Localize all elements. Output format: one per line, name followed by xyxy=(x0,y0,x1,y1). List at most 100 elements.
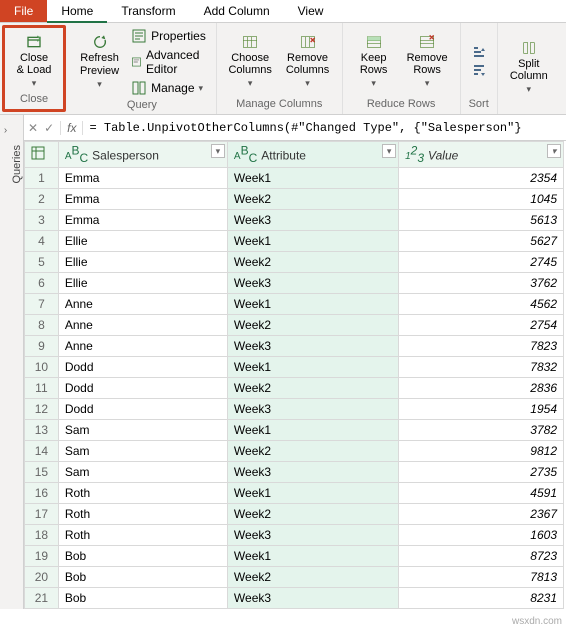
row-number[interactable]: 6 xyxy=(25,273,59,294)
cell-attribute[interactable]: Week1 xyxy=(227,546,398,567)
cell-value[interactable]: 7832 xyxy=(399,357,564,378)
cell-value[interactable]: 9812 xyxy=(399,441,564,462)
table-row[interactable]: 20BobWeek27813 xyxy=(25,567,564,588)
cell-salesperson[interactable]: Roth xyxy=(58,525,227,546)
cell-attribute[interactable]: Week1 xyxy=(227,294,398,315)
table-row[interactable]: 13SamWeek13782 xyxy=(25,420,564,441)
cell-attribute[interactable]: Week2 xyxy=(227,504,398,525)
table-corner[interactable] xyxy=(25,142,59,168)
cell-attribute[interactable]: Week3 xyxy=(227,462,398,483)
cell-attribute[interactable]: Week3 xyxy=(227,399,398,420)
group-by-button[interactable]: Gr xyxy=(558,50,566,84)
properties-button[interactable]: Properties xyxy=(129,27,208,45)
table-row[interactable]: 19BobWeek18723 xyxy=(25,546,564,567)
cell-salesperson[interactable]: Anne xyxy=(58,294,227,315)
row-number[interactable]: 19 xyxy=(25,546,59,567)
cell-attribute[interactable]: Week1 xyxy=(227,231,398,252)
cell-salesperson[interactable]: Emma xyxy=(58,210,227,231)
table-row[interactable]: 11DoddWeek22836 xyxy=(25,378,564,399)
cell-attribute[interactable]: Week1 xyxy=(227,420,398,441)
tab-file[interactable]: File xyxy=(0,0,47,22)
cell-value[interactable]: 4591 xyxy=(399,483,564,504)
cell-value[interactable]: 4562 xyxy=(399,294,564,315)
cell-value[interactable]: 2745 xyxy=(399,252,564,273)
tab-transform[interactable]: Transform xyxy=(107,0,189,22)
table-row[interactable]: 3EmmaWeek35613 xyxy=(25,210,564,231)
row-number[interactable]: 20 xyxy=(25,567,59,588)
keep-rows-button[interactable]: Keep Rows xyxy=(351,32,397,91)
row-number[interactable]: 12 xyxy=(25,399,59,420)
cell-salesperson[interactable]: Dodd xyxy=(58,378,227,399)
cell-attribute[interactable]: Week2 xyxy=(227,567,398,588)
cell-salesperson[interactable]: Roth xyxy=(58,483,227,504)
formula-text[interactable]: = Table.UnpivotOtherColumns(#"Changed Ty… xyxy=(89,121,562,135)
cell-salesperson[interactable]: Emma xyxy=(58,168,227,189)
cell-value[interactable]: 1045 xyxy=(399,189,564,210)
column-header-value[interactable]: 123Value▾ xyxy=(399,142,564,168)
table-row[interactable]: 9AnneWeek37823 xyxy=(25,336,564,357)
cell-attribute[interactable]: Week2 xyxy=(227,441,398,462)
cell-salesperson[interactable]: Sam xyxy=(58,462,227,483)
cell-value[interactable]: 5627 xyxy=(399,231,564,252)
cell-salesperson[interactable]: Ellie xyxy=(58,273,227,294)
cell-salesperson[interactable]: Roth xyxy=(58,504,227,525)
column-header-salesperson[interactable]: ABCSalesperson▾ xyxy=(58,142,227,168)
cell-salesperson[interactable]: Dodd xyxy=(58,357,227,378)
table-row[interactable]: 8AnneWeek22754 xyxy=(25,315,564,336)
cell-value[interactable]: 2735 xyxy=(399,462,564,483)
cancel-formula-icon[interactable]: ✕ xyxy=(28,121,38,135)
tab-view[interactable]: View xyxy=(284,0,338,22)
cell-attribute[interactable]: Week3 xyxy=(227,210,398,231)
row-number[interactable]: 17 xyxy=(25,504,59,525)
row-number[interactable]: 16 xyxy=(25,483,59,504)
cell-value[interactable]: 3782 xyxy=(399,420,564,441)
close-and-load-button[interactable]: Close & Load xyxy=(11,32,57,91)
cell-attribute[interactable]: Week2 xyxy=(227,378,398,399)
cell-value[interactable]: 5613 xyxy=(399,210,564,231)
row-number[interactable]: 5 xyxy=(25,252,59,273)
table-row[interactable]: 15SamWeek32735 xyxy=(25,462,564,483)
cell-salesperson[interactable]: Sam xyxy=(58,420,227,441)
cell-salesperson[interactable]: Bob xyxy=(58,567,227,588)
row-number[interactable]: 13 xyxy=(25,420,59,441)
cell-value[interactable]: 8723 xyxy=(399,546,564,567)
row-number[interactable]: 7 xyxy=(25,294,59,315)
table-row[interactable]: 17RothWeek22367 xyxy=(25,504,564,525)
cell-value[interactable]: 1603 xyxy=(399,525,564,546)
cell-attribute[interactable]: Week3 xyxy=(227,336,398,357)
column-header-attribute[interactable]: ABCAttribute▾ xyxy=(227,142,398,168)
refresh-preview-button[interactable]: Refresh Preview xyxy=(76,32,123,91)
row-number[interactable]: 3 xyxy=(25,210,59,231)
table-row[interactable]: 18RothWeek31603 xyxy=(25,525,564,546)
tab-add-column[interactable]: Add Column xyxy=(190,0,284,22)
sort-desc-icon[interactable] xyxy=(471,63,487,79)
row-number[interactable]: 14 xyxy=(25,441,59,462)
cell-salesperson[interactable]: Bob xyxy=(58,588,227,609)
table-row[interactable]: 21BobWeek38231 xyxy=(25,588,564,609)
fx-icon[interactable]: fx xyxy=(60,121,83,135)
row-number[interactable]: 21 xyxy=(25,588,59,609)
cell-attribute[interactable]: Week3 xyxy=(227,588,398,609)
remove-columns-button[interactable]: Remove Columns xyxy=(281,32,333,91)
remove-rows-button[interactable]: Remove Rows xyxy=(403,32,452,91)
cell-attribute[interactable]: Week3 xyxy=(227,273,398,294)
cell-attribute[interactable]: Week2 xyxy=(227,189,398,210)
table-row[interactable]: 2EmmaWeek21045 xyxy=(25,189,564,210)
table-row[interactable]: 14SamWeek29812 xyxy=(25,441,564,462)
cell-salesperson[interactable]: Dodd xyxy=(58,399,227,420)
row-number[interactable]: 8 xyxy=(25,315,59,336)
advanced-editor-button[interactable]: Advanced Editor xyxy=(129,47,208,77)
cell-attribute[interactable]: Week2 xyxy=(227,252,398,273)
row-number[interactable]: 10 xyxy=(25,357,59,378)
cell-value[interactable]: 7813 xyxy=(399,567,564,588)
filter-dropdown-icon[interactable]: ▾ xyxy=(547,144,561,158)
row-number[interactable]: 18 xyxy=(25,525,59,546)
table-row[interactable]: 6EllieWeek33762 xyxy=(25,273,564,294)
cell-attribute[interactable]: Week2 xyxy=(227,315,398,336)
cell-salesperson[interactable]: Ellie xyxy=(58,252,227,273)
cell-value[interactable]: 2354 xyxy=(399,168,564,189)
cell-value[interactable]: 3762 xyxy=(399,273,564,294)
table-row[interactable]: 5EllieWeek22745 xyxy=(25,252,564,273)
table-row[interactable]: 16RothWeek14591 xyxy=(25,483,564,504)
table-row[interactable]: 4EllieWeek15627 xyxy=(25,231,564,252)
